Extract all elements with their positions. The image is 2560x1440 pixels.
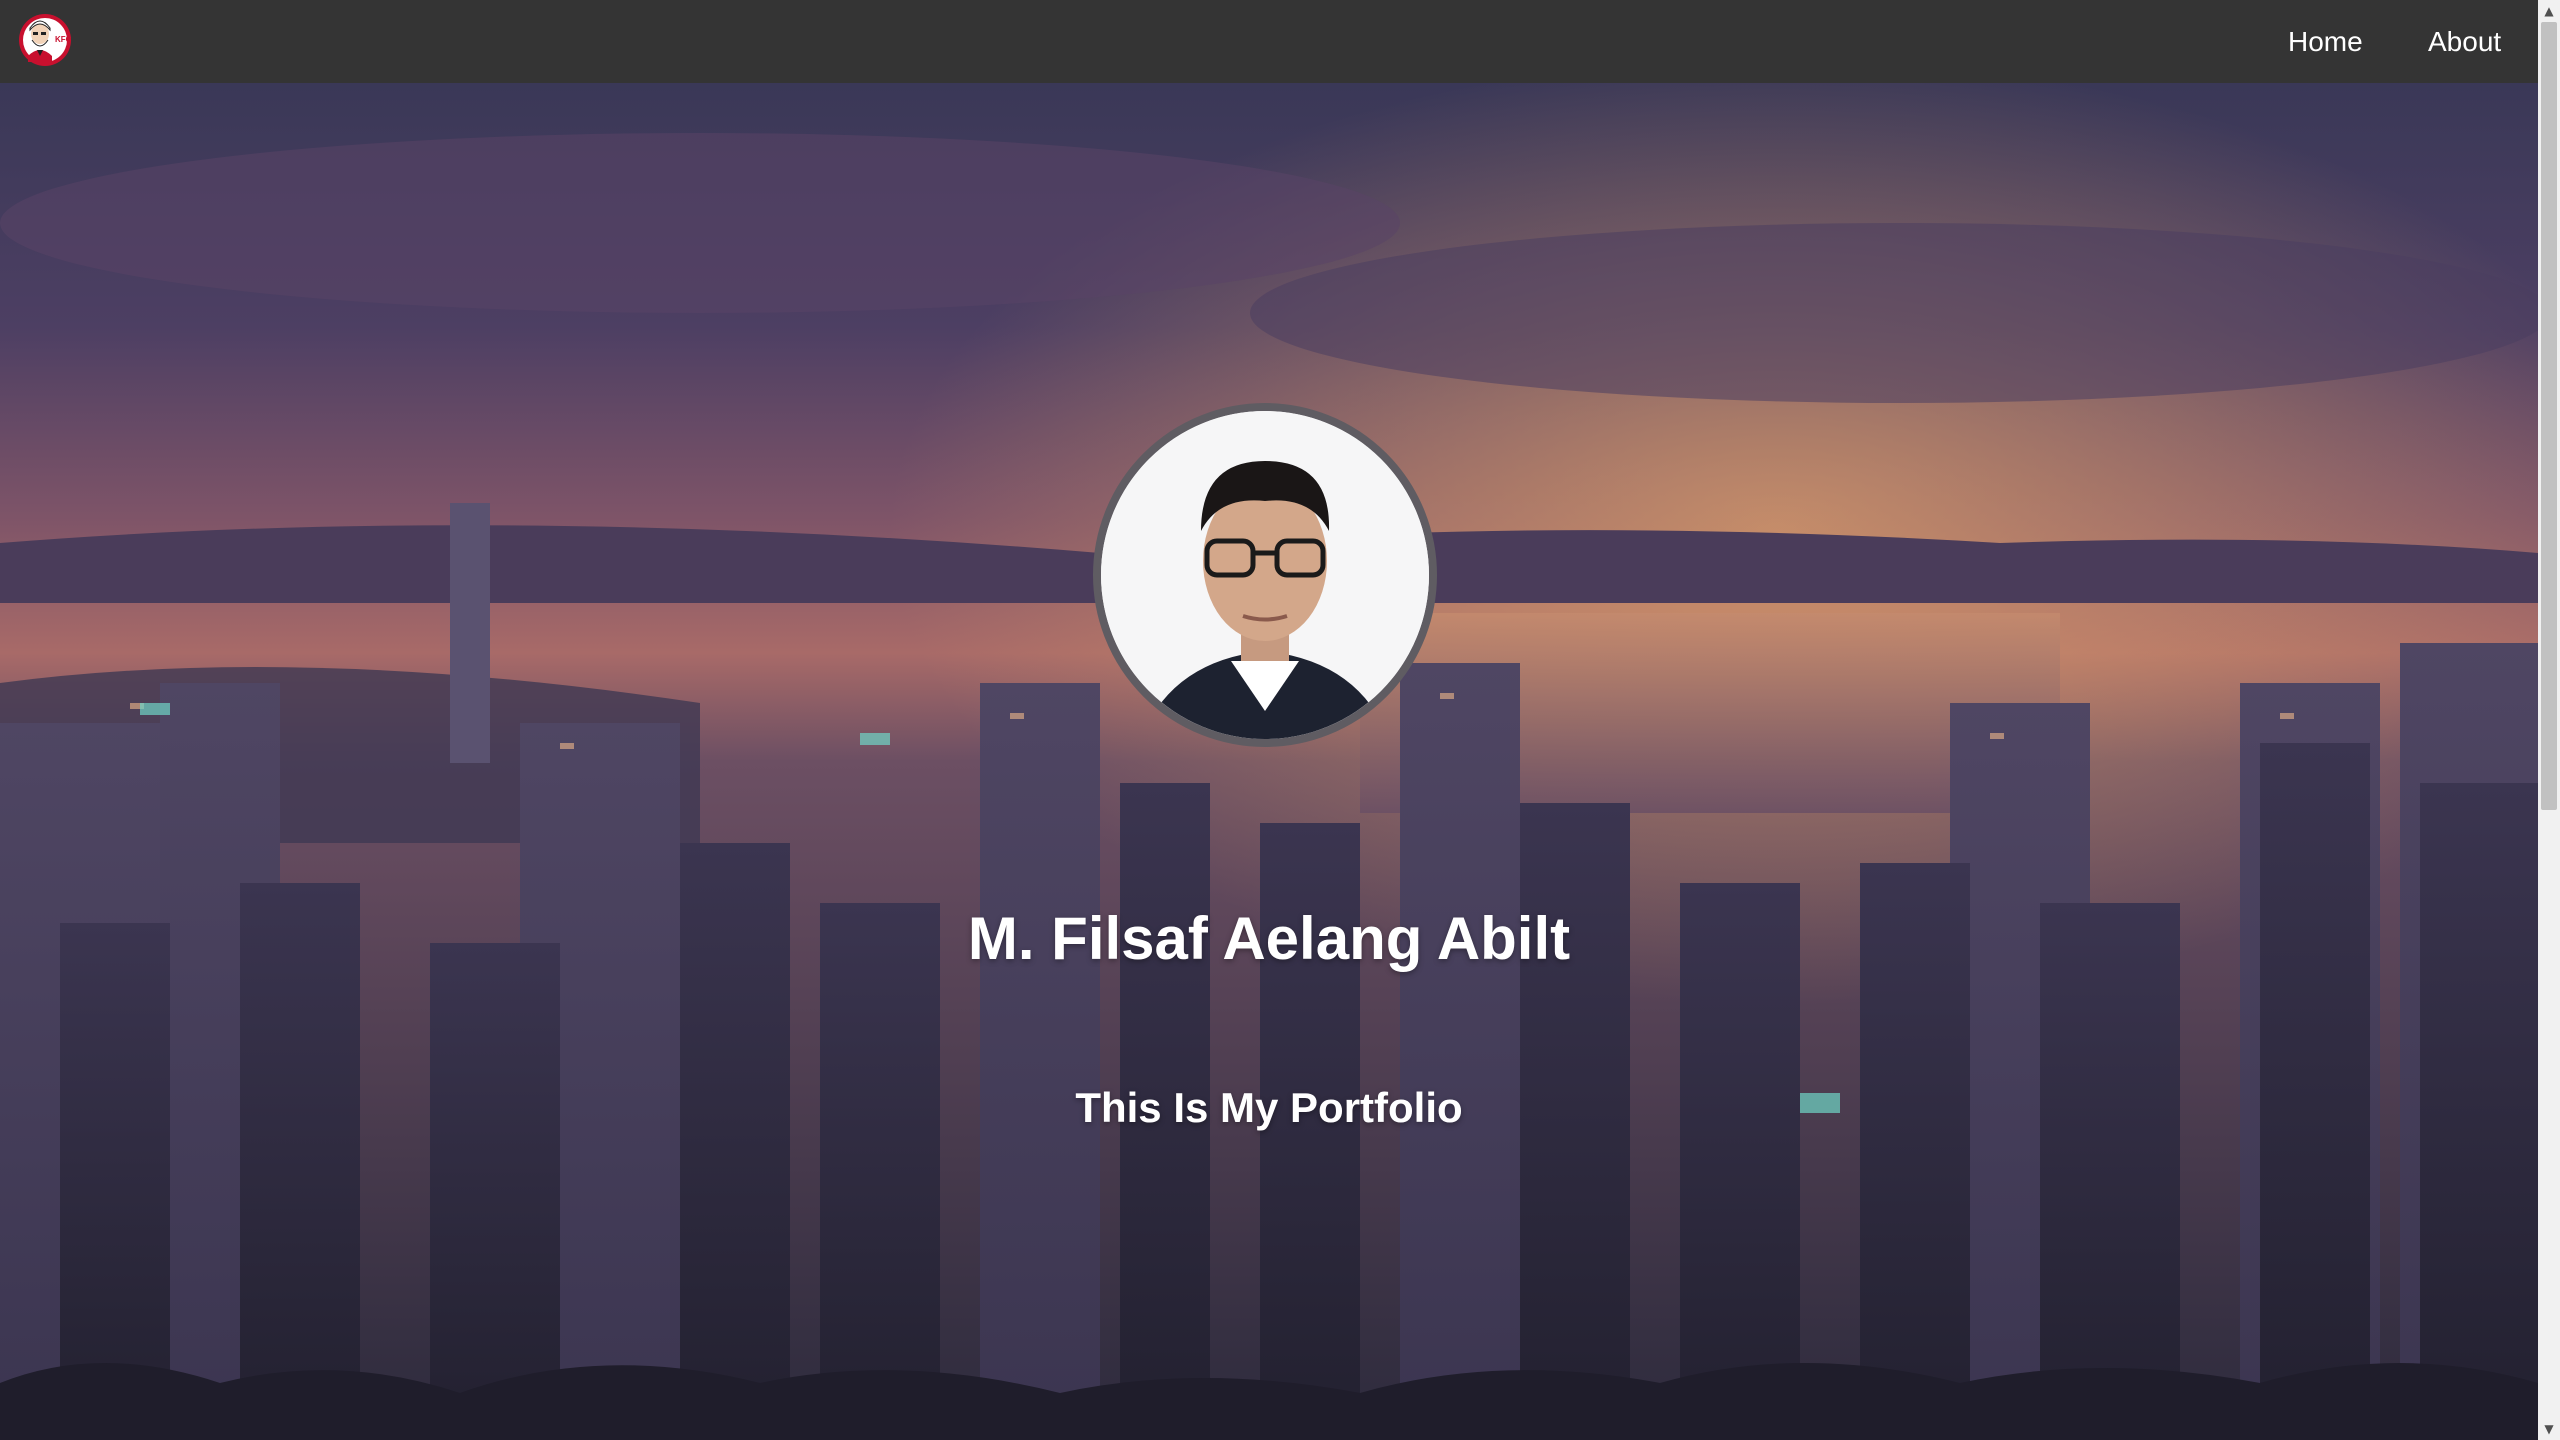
nav-link-about[interactable]: About [2428, 24, 2501, 60]
nav-link-home[interactable]: Home [2288, 24, 2363, 60]
profile-avatar [1093, 403, 1437, 747]
vertical-scrollbar[interactable]: ▲ ▼ [2538, 0, 2560, 1440]
portfolio-tagline: This Is My Portfolio [1075, 1084, 1463, 1131]
page: KFC Home About M. Filsaf Aelang Abilt Th… [0, 0, 2538, 1440]
kfc-logo-icon[interactable]: KFC [18, 12, 72, 68]
scroll-up-icon[interactable]: ▲ [2538, 0, 2560, 22]
profile-name: M. Filsaf Aelang Abilt [967, 905, 1571, 972]
navbar: KFC Home About [0, 0, 2538, 83]
scroll-thumb[interactable] [2541, 22, 2557, 810]
city-skyline-background [0, 83, 2538, 1440]
scroll-down-icon[interactable]: ▼ [2538, 1418, 2560, 1440]
hero-section: M. Filsaf Aelang Abilt This Is My Portfo… [0, 83, 2538, 1440]
svg-text:KFC: KFC [55, 35, 72, 44]
profile-photo-icon [1101, 411, 1429, 739]
